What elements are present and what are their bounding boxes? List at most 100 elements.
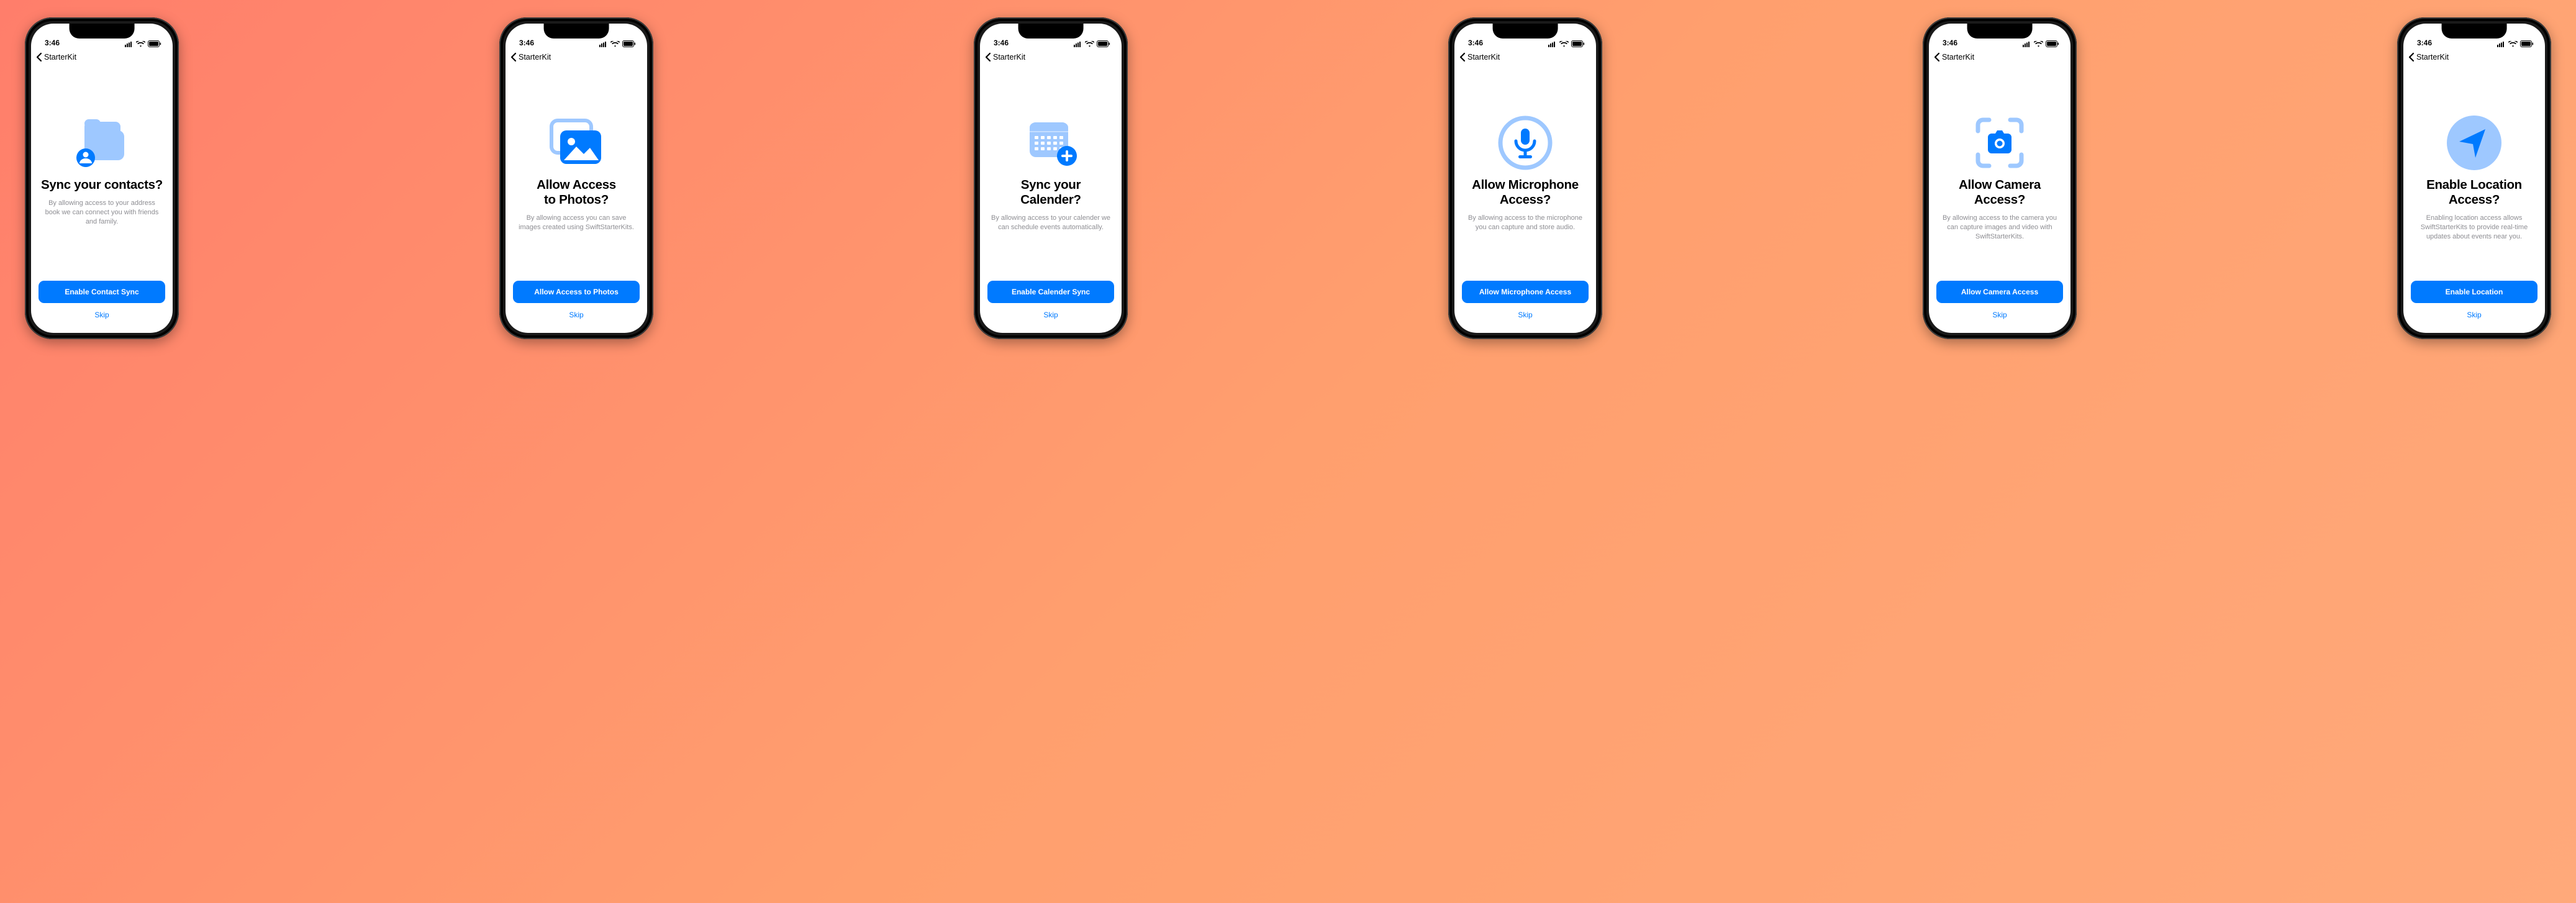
footer: Enable Location Skip <box>2403 281 2545 333</box>
phone-frame: 3:46 StarterKit <box>499 17 653 339</box>
wifi-icon <box>1559 41 1569 47</box>
screen: 3:46 StarterKit <box>31 24 173 333</box>
camera-icon <box>1971 114 2029 171</box>
back-label: StarterKit <box>1467 53 1500 61</box>
permission-body: By allowing access to your address book … <box>41 199 163 227</box>
phone-frame: 3:46 StarterKit <box>974 17 1128 339</box>
primary-button[interactable]: Enable Calender Sync <box>987 281 1114 303</box>
location-icon <box>2444 114 2504 171</box>
nav-bar: StarterKit <box>980 48 1122 66</box>
status-indicators <box>2497 40 2534 47</box>
back-label: StarterKit <box>1942 53 1974 61</box>
wifi-icon <box>136 41 145 47</box>
phone-frame: 3:46 StarterKit <box>25 17 179 339</box>
notch <box>1018 24 1084 39</box>
back-button[interactable]: StarterKit <box>1458 52 1500 62</box>
status-time: 3:46 <box>2417 39 2432 47</box>
back-button[interactable]: StarterKit <box>984 52 1025 62</box>
chevron-left-icon <box>1458 52 1467 62</box>
skip-button[interactable]: Skip <box>1462 311 1589 319</box>
skip-button[interactable]: Skip <box>987 311 1114 319</box>
status-time: 3:46 <box>1943 39 1957 47</box>
primary-button[interactable]: Enable Location <box>2411 281 2537 303</box>
back-label: StarterKit <box>2416 53 2449 61</box>
nav-bar: StarterKit <box>506 48 647 66</box>
footer: Allow Camera Access Skip <box>1929 281 2070 333</box>
battery-icon <box>622 40 636 47</box>
phone-frame: 3:46 StarterKit <box>1448 17 1602 339</box>
permission-content: Sync your contacts? By allowing access t… <box>31 66 173 281</box>
primary-button[interactable]: Allow Camera Access <box>1936 281 2063 303</box>
cellular-icon <box>125 41 134 47</box>
skip-button[interactable]: Skip <box>39 311 165 319</box>
primary-button[interactable]: Enable Contact Sync <box>39 281 165 303</box>
back-button[interactable]: StarterKit <box>2407 52 2449 62</box>
back-button[interactable]: StarterKit <box>35 52 76 62</box>
permission-content: Allow Camera Access? By allowing access … <box>1929 66 2070 281</box>
permission-content: Enable Location Access? Enabling locatio… <box>2403 66 2545 281</box>
status-indicators <box>1548 40 1585 47</box>
status-indicators <box>1074 40 1110 47</box>
footer: Allow Microphone Access Skip <box>1454 281 1596 333</box>
chevron-left-icon <box>509 52 518 62</box>
cellular-icon <box>2497 41 2506 47</box>
notch <box>70 24 135 39</box>
photos-icon <box>546 114 606 171</box>
screen: 3:46 StarterKit <box>1454 24 1596 333</box>
status-indicators <box>2023 40 2059 47</box>
back-label: StarterKit <box>519 53 551 61</box>
battery-icon <box>2520 40 2534 47</box>
contacts-icon <box>73 114 130 171</box>
primary-button[interactable]: Allow Access to Photos <box>513 281 640 303</box>
nav-bar: StarterKit <box>2403 48 2545 66</box>
permission-title: Allow Microphone Access? <box>1472 178 1579 207</box>
notch <box>544 24 609 39</box>
battery-icon <box>1097 40 1110 47</box>
status-time: 3:46 <box>1468 39 1483 47</box>
footer: Enable Contact Sync Skip <box>31 281 173 333</box>
status-indicators <box>125 40 161 47</box>
phone-frame: 3:46 StarterKit <box>1923 17 2077 339</box>
back-button[interactable]: StarterKit <box>509 52 551 62</box>
notch <box>1493 24 1558 39</box>
permission-title: Enable Location Access? <box>2426 178 2522 207</box>
permission-body: By allowing access to the microphone you… <box>1464 214 1586 232</box>
permission-content: Allow Access to Photos? By allowing acce… <box>506 66 647 281</box>
phone-row: 3:46 StarterKit <box>25 17 2551 339</box>
permission-title: Sync your Calender? <box>1020 178 1081 207</box>
cellular-icon <box>2023 41 2031 47</box>
permission-content: Sync your Calender? By allowing access t… <box>980 66 1122 281</box>
cellular-icon <box>1074 41 1082 47</box>
skip-button[interactable]: Skip <box>2411 311 2537 319</box>
primary-button[interactable]: Allow Microphone Access <box>1462 281 1589 303</box>
cellular-icon <box>1548 41 1557 47</box>
wifi-icon <box>1085 41 1094 47</box>
notch <box>2442 24 2507 39</box>
wifi-icon <box>610 41 620 47</box>
chevron-left-icon <box>2407 52 2416 62</box>
screen: 3:46 StarterKit <box>2403 24 2545 333</box>
screen: 3:46 StarterKit <box>506 24 647 333</box>
footer: Allow Access to Photos Skip <box>506 281 647 333</box>
status-time: 3:46 <box>994 39 1009 47</box>
battery-icon <box>1571 40 1585 47</box>
screen: 3:46 StarterKit <box>980 24 1122 333</box>
chevron-left-icon <box>35 52 43 62</box>
back-button[interactable]: StarterKit <box>1933 52 1974 62</box>
back-label: StarterKit <box>993 53 1025 61</box>
cellular-icon <box>599 41 608 47</box>
permission-title: Allow Camera Access? <box>1959 178 2041 207</box>
microphone-icon <box>1497 114 1553 171</box>
chevron-left-icon <box>984 52 992 62</box>
permission-body: By allowing access to your calender we c… <box>990 214 1112 232</box>
footer: Enable Calender Sync Skip <box>980 281 1122 333</box>
skip-button[interactable]: Skip <box>513 311 640 319</box>
status-indicators <box>599 40 636 47</box>
status-time: 3:46 <box>45 39 60 47</box>
permission-title: Sync your contacts? <box>41 178 163 193</box>
back-label: StarterKit <box>44 53 76 61</box>
skip-button[interactable]: Skip <box>1936 311 2063 319</box>
wifi-icon <box>2034 41 2043 47</box>
wifi-icon <box>2508 41 2518 47</box>
nav-bar: StarterKit <box>31 48 173 66</box>
